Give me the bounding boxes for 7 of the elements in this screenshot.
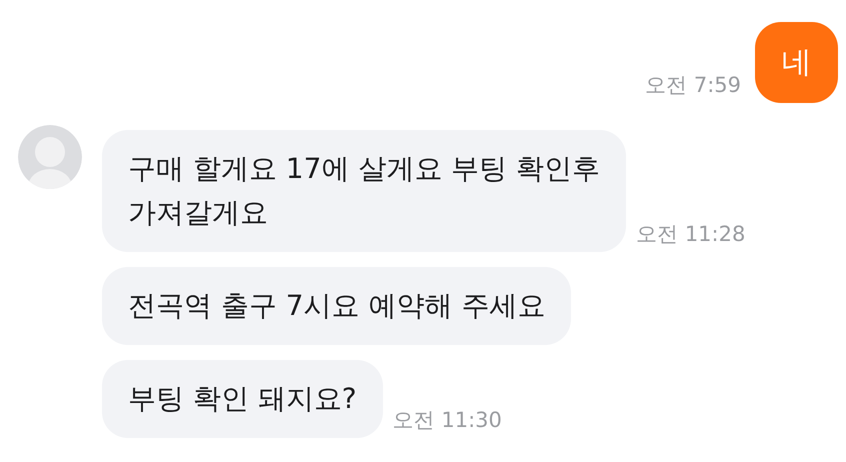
received-message: 구매 할게요 17에 살게요 부팅 확인후 가져갈게요 bbox=[102, 130, 626, 252]
message-time: 오전 7:59 bbox=[645, 72, 741, 98]
message-time: 오전 11:28 bbox=[636, 220, 746, 248]
received-message: 부팅 확인 돼지요? bbox=[102, 360, 383, 438]
received-message: 전곡역 출구 7시요 예약해 주세요 bbox=[102, 267, 572, 345]
message-time: 오전 11:30 bbox=[392, 406, 502, 434]
sent-message: 네 bbox=[755, 22, 838, 103]
